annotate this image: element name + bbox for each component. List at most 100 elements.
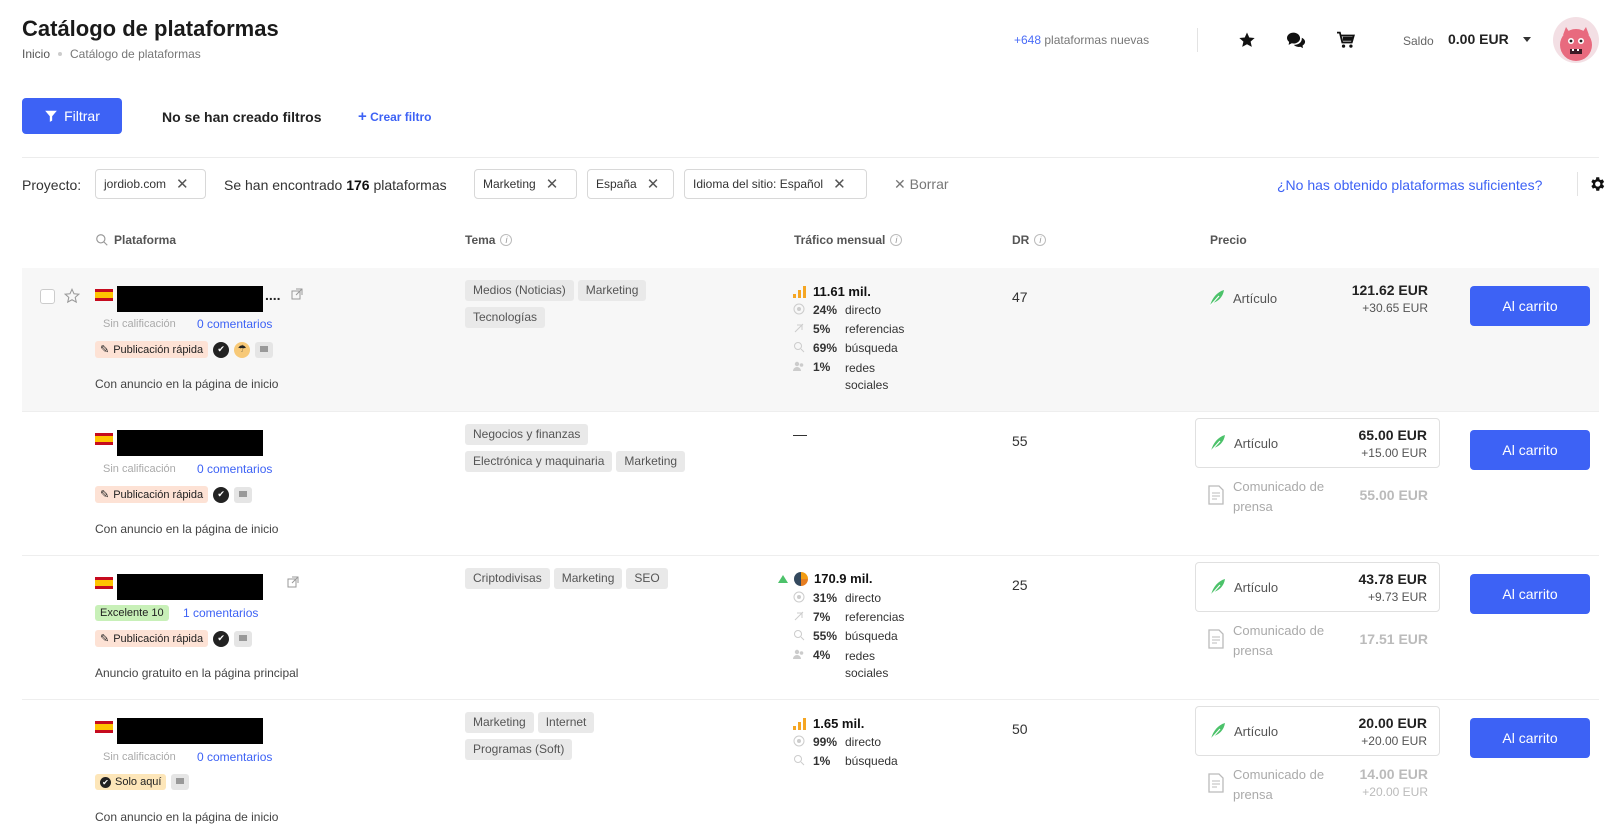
spain-flag-icon — [95, 577, 113, 589]
platform-name-redacted[interactable] — [117, 574, 263, 600]
traffic-pct: 1% — [813, 360, 831, 374]
verified-check-icon: ✔ — [213, 630, 230, 647]
traffic-pct: 1% — [813, 754, 831, 768]
spain-flag-icon — [95, 721, 113, 733]
cart-icon[interactable] — [1336, 30, 1356, 50]
platform-name-redacted[interactable] — [117, 430, 263, 456]
article-label: Artículo — [1234, 580, 1279, 595]
platform-name-redacted[interactable] — [117, 286, 263, 312]
topic-tag: Tecnologías — [465, 307, 546, 328]
close-icon: ✕ — [894, 176, 906, 192]
topic-tag: Internet — [537, 712, 595, 733]
external-link-icon[interactable] — [291, 288, 303, 300]
add-to-cart-button[interactable]: Al carrito — [1470, 430, 1590, 470]
close-icon[interactable]: ✕ — [647, 177, 660, 192]
info-icon[interactable]: i — [890, 234, 903, 246]
column-dr[interactable]: DR i — [1012, 233, 1047, 247]
comment-icon — [171, 774, 190, 790]
clear-filters-button[interactable]: ✕ Borrar — [894, 176, 949, 193]
close-icon[interactable]: ✕ — [833, 177, 846, 192]
column-platform-label: Plataforma — [114, 233, 177, 247]
new-platforms-label: plataformas nuevas — [1044, 33, 1150, 47]
page-title: Catálogo de plataformas — [22, 16, 279, 41]
fast-publication-label: Publicación rápida — [113, 343, 204, 356]
found-count-text: Se han encontrado 176 plataformas — [224, 177, 447, 193]
info-icon[interactable]: i — [500, 234, 513, 246]
press-release-option[interactable]: Comunicado de prensa 17.51 EUR — [1195, 616, 1440, 666]
project-value: jordiob.com — [104, 177, 167, 191]
row-checkbox[interactable] — [40, 289, 55, 304]
article-price-option[interactable]: Artículo 121.62 EUR +30.65 EUR — [1195, 274, 1440, 324]
filter-chip-label: Marketing — [483, 177, 536, 191]
press-release-price-extra: +20.00 EUR — [1362, 785, 1428, 799]
clear-label: Borrar — [909, 176, 949, 192]
not-enough-platforms-link[interactable]: ¿No has obtenido plataformas suficientes… — [1277, 177, 1542, 193]
traffic-label: referencias — [845, 610, 905, 624]
external-link-icon[interactable] — [287, 576, 299, 588]
verified-check-icon: ✔ — [213, 486, 230, 503]
plus-icon: + — [358, 108, 367, 125]
gear-icon[interactable] — [1588, 175, 1606, 193]
platform-name-redacted[interactable] — [117, 718, 263, 744]
search-icon[interactable] — [95, 233, 109, 247]
close-icon[interactable]: ✕ — [176, 177, 189, 192]
no-filters-text: No se han creado filtros — [162, 109, 322, 125]
search-icon — [793, 754, 807, 768]
comment-icon — [255, 341, 274, 358]
press-release-option[interactable]: Comunicado de prensa 14.00 EUR +20.00 EU… — [1195, 760, 1440, 810]
column-price[interactable]: Precio — [1210, 233, 1247, 247]
saldo-dropdown-caret-icon[interactable] — [1523, 37, 1531, 42]
traffic-pct: 55% — [813, 629, 838, 643]
filter-button[interactable]: Filtrar — [22, 98, 122, 134]
column-traffic[interactable]: Tráfico mensual i — [794, 233, 903, 247]
add-to-cart-button[interactable]: Al carrito — [1470, 574, 1590, 614]
project-chip[interactable]: jordiob.com ✕ — [95, 169, 206, 199]
article-price-option[interactable]: Artículo 43.78 EUR +9.73 EUR — [1195, 562, 1440, 612]
traffic-total: 1.65 mil. — [813, 716, 865, 731]
dr-value: 47 — [1012, 289, 1028, 305]
add-to-cart-button[interactable]: Al carrito — [1470, 286, 1590, 326]
close-icon[interactable]: ✕ — [546, 177, 559, 192]
comments-link[interactable]: 0 comentarios — [197, 462, 272, 476]
traffic-pct: 24% — [813, 303, 838, 317]
social-users-icon — [793, 360, 807, 374]
star-outline-icon[interactable] — [63, 288, 81, 307]
filter-chip-idioma[interactable]: Idioma del sitio: Español ✕ — [684, 169, 867, 199]
spain-flag-icon — [95, 289, 113, 301]
press-release-price: 55.00 EUR — [1359, 487, 1428, 503]
press-release-option[interactable]: Comunicado de prensa 55.00 EUR — [1195, 472, 1440, 522]
press-release-label: Comunicado de prensa — [1233, 767, 1325, 802]
filter-chip-espana[interactable]: España ✕ — [587, 169, 674, 199]
favorites-star-icon[interactable] — [1237, 30, 1257, 50]
filter-chip-marketing[interactable]: Marketing ✕ — [474, 169, 577, 199]
article-label: Artículo — [1234, 436, 1279, 451]
info-icon[interactable]: i — [1034, 234, 1047, 246]
trend-up-icon — [778, 574, 788, 583]
referral-link-icon — [793, 322, 807, 336]
saldo-value[interactable]: 0.00 EUR — [1448, 31, 1509, 47]
ad-info-text: Con anuncio en la página de inicio — [95, 522, 279, 536]
topic-tags: Medios (Noticias) Marketing Tecnologías — [465, 280, 765, 334]
header-divider — [1197, 28, 1198, 52]
breadcrumb-home[interactable]: Inicio — [22, 47, 50, 61]
comments-link[interactable]: 0 comentarios — [197, 750, 272, 764]
traffic-pct: 69% — [813, 341, 838, 355]
article-price-option[interactable]: Artículo 65.00 EUR +15.00 EUR — [1195, 418, 1440, 468]
chat-icon[interactable] — [1286, 30, 1306, 50]
comments-link[interactable]: 1 comentarios — [183, 606, 258, 620]
avatar[interactable] — [1553, 17, 1599, 63]
create-filter-link[interactable]: + Crear filtro — [358, 108, 431, 125]
saldo-label: Saldo — [1403, 34, 1434, 48]
document-edit-icon — [1208, 773, 1224, 793]
ad-info-text: Con anuncio en la página de inicio — [95, 377, 279, 391]
column-platform[interactable]: Plataforma — [95, 233, 176, 247]
document-edit-icon — [1208, 485, 1224, 505]
article-price-extra: +20.00 EUR — [1361, 734, 1427, 748]
new-platforms-link[interactable]: +648 plataformas nuevas — [1014, 33, 1149, 47]
article-price-option[interactable]: Artículo 20.00 EUR +20.00 EUR — [1195, 706, 1440, 756]
add-to-cart-button[interactable]: Al carrito — [1470, 718, 1590, 758]
comments-link[interactable]: 0 comentarios — [197, 317, 272, 331]
topic-tag: Marketing — [553, 568, 623, 589]
divider — [22, 157, 1599, 158]
article-price-extra: +15.00 EUR — [1361, 446, 1427, 460]
